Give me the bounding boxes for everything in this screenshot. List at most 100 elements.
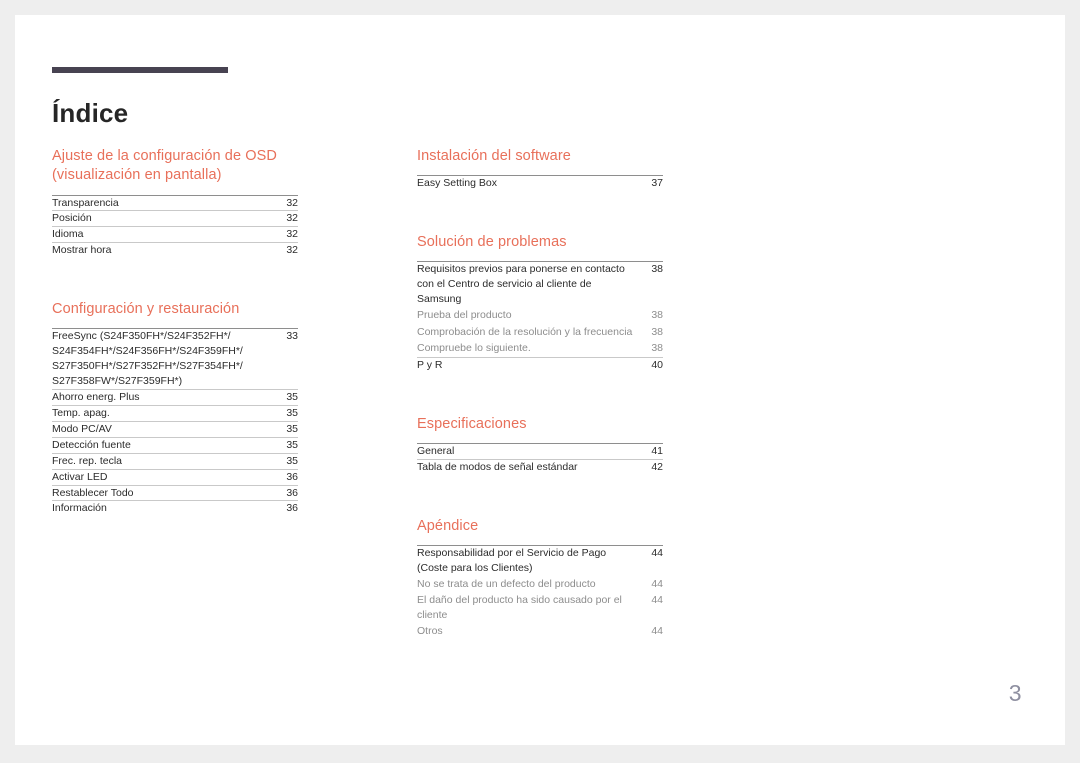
section-heading: Instalación del software	[417, 148, 571, 164]
toc-entry-label: Comprobación de la resolución y la frecu…	[417, 325, 633, 338]
toc-entry-page: 32	[268, 242, 298, 259]
section-heading: Ajuste de la configuración de OSD (visua…	[52, 148, 277, 184]
toc-entry[interactable]: Idioma 32	[52, 226, 298, 243]
toc-entry-label: Detección fuente	[52, 436, 268, 454]
toc-entry-label: Requisitos previos para ponerse en conta…	[417, 261, 633, 308]
toc-entry[interactable]: Comprobación de la resolución y la frecu…	[417, 324, 663, 340]
toc-section-instalacion-del-software: Instalación del software Easy Setting Box…	[417, 147, 663, 192]
toc-entry-label: No se trata de un defecto del producto	[417, 577, 596, 590]
toc-entry[interactable]: Prueba del producto 38	[417, 307, 663, 323]
toc-entry[interactable]: No se trata de un defecto del producto 44	[417, 576, 663, 592]
toc-entry-label: FreeSync (S24F350FH*/S24F352FH*/S24F354F…	[52, 328, 268, 390]
section-heading: Apéndice	[417, 517, 479, 534]
section-heading: Configuración y restauración	[52, 301, 240, 318]
toc-entry-label: Ahorro energ. Plus	[52, 389, 268, 406]
toc-section-ajuste-de-la-configuracion-de-osd-visual: Ajuste de la configuración de OSD (visua…	[52, 147, 298, 259]
toc-entry[interactable]: Modo PC/AV 35	[52, 420, 298, 438]
toc-entry-page: 35	[268, 389, 298, 406]
toc-entry-page: 36	[268, 500, 298, 517]
toc-entry[interactable]: Ahorro energ. Plus 35	[52, 389, 298, 406]
toc-entry[interactable]: General 41	[417, 442, 663, 460]
title-rule	[52, 67, 228, 73]
toc-entry-label: Responsabilidad por el Servicio de Pago(…	[417, 544, 633, 576]
toc-entry-page: 37	[633, 175, 663, 192]
toc-entry[interactable]: Transparencia 32	[52, 194, 298, 211]
toc-entry-label: El daño del producto ha sido causado por…	[417, 594, 622, 621]
toc-entry-page: 38	[651, 325, 663, 338]
toc-entry-page: 41	[633, 442, 663, 460]
toc-entry-label: Temp. apag.	[52, 405, 268, 422]
toc-entry-label: P y R	[417, 356, 633, 373]
toc-entry-page: 36	[268, 484, 298, 501]
toc-entry-label: Idioma	[52, 226, 268, 243]
toc-entry-label: Transparencia	[52, 194, 268, 211]
toc-entry-label: Otros	[417, 625, 443, 638]
toc-entry[interactable]: Mostrar hora 32	[52, 242, 298, 259]
toc-section-configuracion-y-restauracion: Configuración y restauración FreeSync (S2…	[52, 258, 298, 517]
toc-entry-label: Frec. rep. tecla	[52, 452, 268, 470]
toc-entry[interactable]: Activar LED 36	[52, 468, 298, 486]
toc-entry-page: 32	[268, 226, 298, 243]
toc-entry-label: Información	[52, 500, 268, 517]
toc-entry-label: Activar LED	[52, 468, 268, 486]
toc-entry-page: 33	[268, 328, 298, 390]
toc-entry-label: Posición	[52, 210, 268, 227]
toc-entry-page: 35	[268, 436, 298, 454]
toc-entry-label: Tabla de modos de señal estándar	[417, 458, 633, 475]
toc-entry[interactable]: FreeSync (S24F350FH*/S24F352FH*/S24F354F…	[52, 328, 298, 390]
toc-section-apendice: Apéndice Responsabilidad por el Servicio …	[417, 475, 663, 640]
toc-table: Easy Setting Box 37	[417, 175, 663, 192]
toc-entry-page: 38	[633, 261, 663, 308]
toc-entry[interactable]: Responsabilidad por el Servicio de Pago(…	[417, 544, 663, 576]
toc-entry[interactable]: Compruebe lo siguiente. 38	[417, 340, 663, 357]
toc-entry-page: 38	[651, 342, 663, 355]
section-heading: Solución de problemas	[417, 234, 567, 251]
toc-section-especificaciones: Especificaciones General 41 Tabla de modos …	[417, 373, 663, 475]
toc-entry-page: 44	[633, 544, 663, 576]
toc-column-left: Ajuste de la configuración de OSD (visua…	[52, 147, 298, 517]
toc-entry[interactable]: Información 36	[52, 500, 298, 517]
toc-entry-page: 44	[651, 577, 663, 590]
toc-entry-page: 38	[651, 309, 663, 322]
toc-column-right: Instalación del software Easy Setting Box…	[417, 147, 663, 640]
toc-entry[interactable]: P y R 40	[417, 356, 663, 373]
toc-entry[interactable]: Tabla de modos de señal estándar 42	[417, 458, 663, 475]
toc-entry[interactable]: Requisitos previos para ponerse en conta…	[417, 261, 663, 308]
toc-entry-page: 35	[268, 405, 298, 422]
toc-table: Transparencia 32 Posición 32 Idioma 32 Mostrar…	[52, 194, 298, 259]
toc-table: Responsabilidad por el Servicio de Pago(…	[417, 544, 663, 640]
toc-entry-label: Modo PC/AV	[52, 420, 268, 438]
document-page: Índice Ajuste de la configuración de OSD…	[15, 15, 1065, 745]
toc-entry-page: 44	[651, 594, 663, 607]
toc-entry[interactable]: El daño del producto ha sido causado por…	[417, 592, 663, 623]
toc-entry[interactable]: Temp. apag. 35	[52, 405, 298, 422]
page-number: 3	[1008, 680, 1022, 706]
toc-entry-page: 42	[633, 458, 663, 475]
toc-entry-page: 35	[268, 420, 298, 438]
toc-entry-label: Mostrar hora	[52, 242, 268, 259]
toc-entry[interactable]: Posición 32	[52, 210, 298, 227]
toc-entry-page: 32	[268, 210, 298, 227]
toc-entry-label: General	[417, 442, 633, 460]
toc-entry-label: Compruebe lo siguiente.	[417, 342, 531, 355]
toc-section-solucion-de-problemas: Solución de problemas Requisitos previos …	[417, 191, 663, 373]
toc-entry-page: 44	[651, 625, 663, 638]
toc-table: FreeSync (S24F350FH*/S24F352FH*/S24F354F…	[52, 328, 298, 517]
toc-entry[interactable]: Frec. rep. tecla 35	[52, 452, 298, 470]
toc-entry[interactable]: Easy Setting Box 37	[417, 175, 663, 192]
toc-entry-label: Restablecer Todo	[52, 484, 268, 501]
toc-entry[interactable]: Detección fuente 35	[52, 436, 298, 454]
toc-entry-page: 35	[268, 452, 298, 470]
toc-entry[interactable]: Restablecer Todo 36	[52, 484, 298, 501]
toc-entry-page: 32	[268, 194, 298, 211]
page-title: Índice	[52, 98, 129, 129]
toc-table: Requisitos previos para ponerse en conta…	[417, 261, 663, 373]
toc-entry[interactable]: Otros 44	[417, 623, 663, 639]
toc-entry-label: Easy Setting Box	[417, 175, 633, 192]
toc-table: General 41 Tabla de modos de señal estánda…	[417, 442, 663, 475]
toc-entry-page: 40	[633, 356, 663, 373]
